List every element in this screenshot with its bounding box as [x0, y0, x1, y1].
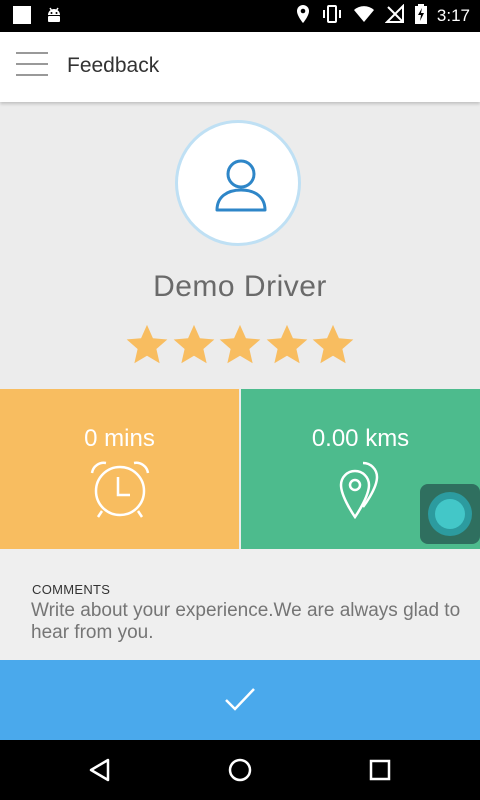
back-icon[interactable] [86, 756, 114, 784]
star-icon[interactable] [124, 322, 170, 368]
page-title: Feedback [67, 54, 160, 77]
location-pins-icon [339, 461, 378, 520]
driver-name: Demo Driver [153, 270, 327, 303]
status-bar: 3:17 [0, 0, 480, 32]
wifi-icon [353, 4, 375, 29]
floating-assist-button[interactable] [420, 484, 480, 544]
star-icon[interactable] [264, 322, 310, 368]
star-icon[interactable] [217, 322, 263, 368]
checkmark-icon [225, 688, 255, 711]
recents-icon[interactable] [366, 756, 394, 784]
star-icon[interactable] [171, 322, 217, 368]
comments-input[interactable] [31, 600, 461, 650]
status-time: 3:17 [436, 6, 470, 25]
distance-value: 0.00 kms [311, 425, 410, 452]
no-signal-icon [384, 3, 405, 29]
location-icon [295, 4, 311, 29]
driver-avatar [175, 120, 301, 246]
submit-button[interactable] [0, 660, 480, 740]
battery-charging-icon [414, 3, 427, 29]
rating-stars [124, 322, 356, 372]
app-bar: Feedback [0, 32, 480, 102]
hamburger-menu-icon[interactable] [16, 52, 48, 82]
system-nav-bar [0, 740, 480, 800]
assist-inner-circle [435, 499, 465, 529]
home-icon[interactable] [226, 756, 254, 784]
vibrate-icon [321, 4, 343, 29]
duration-tile: 0 mins [0, 389, 239, 549]
duration-value: 0 mins [84, 425, 155, 452]
alarm-clock-icon [90, 461, 149, 518]
android-icon [44, 5, 64, 30]
square-notification-icon [12, 5, 32, 30]
star-icon[interactable] [310, 322, 356, 368]
user-outline-icon [215, 159, 267, 212]
comments-label: COMMENTS [32, 582, 111, 597]
comments-section: COMMENTS [0, 549, 480, 660]
